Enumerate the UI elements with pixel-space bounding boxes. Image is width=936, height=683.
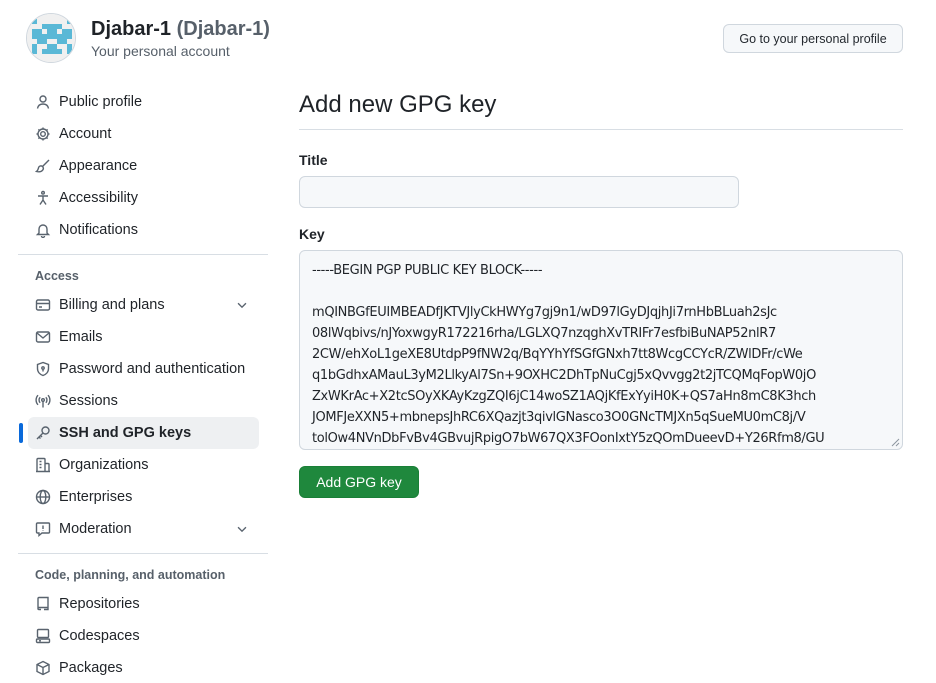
chevron-down-icon[interactable] xyxy=(235,298,249,312)
page-title: Add new GPG key xyxy=(299,86,903,130)
sidebar-item-public-profile[interactable]: Public profile xyxy=(28,86,259,118)
sidebar-item-label: Account xyxy=(59,126,112,142)
account-login: (Djabar-1) xyxy=(176,18,270,40)
report-icon xyxy=(35,521,51,537)
mail-icon xyxy=(35,329,51,345)
key-text-line: 2CW/ehXoL1geXE8UtdpP9fNW2q/BqYYhYfSGfGNx… xyxy=(312,347,803,362)
sidebar-item-label: Codespaces xyxy=(59,628,140,644)
title-label: Title xyxy=(299,152,328,168)
sidebar-item-label: Notifications xyxy=(59,222,138,238)
sidebar-item-notifications[interactable]: Notifications xyxy=(28,214,259,246)
sidebar-item-packages[interactable]: Packages xyxy=(28,652,259,683)
repo-icon xyxy=(35,596,51,612)
sidebar-divider xyxy=(18,553,268,554)
sidebar-item-organizations[interactable]: Organizations xyxy=(28,449,259,481)
sidebar-section-code: Code, planning, and automation xyxy=(35,568,226,582)
sidebar-item-repositories[interactable]: Repositories xyxy=(28,588,259,620)
key-textarea[interactable]: -----BEGIN PGP PUBLIC KEY BLOCK----- mQI… xyxy=(299,250,903,450)
sidebar-divider xyxy=(18,254,268,255)
sidebar-item-label: Organizations xyxy=(59,457,149,473)
key-text-line xyxy=(312,281,890,302)
sidebar-item-password-authentication[interactable]: Password and authentication xyxy=(28,353,259,385)
key-text-line: JOMFJeXXN5+mbnepsJhRC6XQazjt3qivlGNasco3… xyxy=(312,410,806,425)
key-label: Key xyxy=(299,226,325,242)
sidebar-item-codespaces[interactable]: Codespaces xyxy=(28,620,259,652)
sidebar-item-account[interactable]: Account xyxy=(28,118,259,150)
package-icon xyxy=(35,660,51,676)
account-display-name[interactable]: Djabar-1 xyxy=(91,18,171,40)
add-gpg-key-form: Add new GPG key Title Key -----BEGIN PGP… xyxy=(299,86,903,498)
sidebar-item-label: Public profile xyxy=(59,94,143,110)
sidebar-item-label: Emails xyxy=(59,329,103,345)
go-to-profile-button[interactable]: Go to your personal profile xyxy=(723,24,903,53)
resize-handle-icon[interactable] xyxy=(890,437,900,447)
active-indicator xyxy=(19,423,23,443)
shield-lock-icon xyxy=(35,361,51,377)
organization-icon xyxy=(35,457,51,473)
key-text-line: q1bGdhxAMauL3yM2LlkyAl7Sn+9OXHC2DhTpNuCg… xyxy=(312,368,816,383)
paintbrush-icon xyxy=(35,158,51,174)
sidebar-item-label: Appearance xyxy=(59,158,138,174)
sidebar-section-access: Access xyxy=(35,269,79,283)
key-text-line: 08lWqbivs/nJYoxwgyR172216rha/LGLXQ7nzqgh… xyxy=(312,326,776,341)
globe-icon xyxy=(35,489,51,505)
sidebar-item-moderation[interactable]: Moderation xyxy=(28,513,259,545)
accessibility-icon xyxy=(35,190,51,206)
key-icon xyxy=(35,425,51,441)
settings-sidebar: Public profile Account Appearance Access… xyxy=(0,86,280,683)
sidebar-item-label: Sessions xyxy=(59,393,118,409)
key-text-line: ZxWKrAc+X2tcSOyXKAyKzgZQI6jC14woSZ1AQjKf… xyxy=(312,389,816,404)
sidebar-item-ssh-gpg-keys[interactable]: SSH and GPG keys xyxy=(19,417,259,449)
sidebar-item-label: Packages xyxy=(59,660,123,676)
sidebar-item-enterprises[interactable]: Enterprises xyxy=(28,481,259,513)
account-subtitle: Your personal account xyxy=(91,43,230,59)
codespaces-icon xyxy=(35,628,51,644)
account-name: Djabar-1 (Djabar-1) xyxy=(91,16,270,42)
sidebar-item-appearance[interactable]: Appearance xyxy=(28,150,259,182)
sidebar-item-label: Billing and plans xyxy=(59,297,165,313)
sidebar-item-label: Repositories xyxy=(59,596,140,612)
sidebar-item-label: Accessibility xyxy=(59,190,138,206)
key-text-line: mQINBGfEUIMBEADfJKTVJlyCkHWYg7gj9n1/wD97… xyxy=(312,305,777,320)
sidebar-item-label: Enterprises xyxy=(59,489,133,505)
key-text-line: -----BEGIN PGP PUBLIC KEY BLOCK----- xyxy=(312,263,543,278)
gear-icon xyxy=(35,126,51,142)
sidebar-item-label: Password and authentication xyxy=(59,361,246,377)
avatar[interactable] xyxy=(26,13,76,63)
sidebar-item-sessions[interactable]: Sessions xyxy=(28,385,259,417)
sidebar-item-label: Moderation xyxy=(59,521,132,537)
key-text-line: tolOw4NVnDbFvBv4GBvujRpigO7bW67QX3FOonIx… xyxy=(312,431,825,446)
title-input[interactable] xyxy=(299,176,739,208)
sidebar-item-label: SSH and GPG keys xyxy=(59,425,192,441)
bell-icon xyxy=(35,222,51,238)
sidebar-item-billing[interactable]: Billing and plans xyxy=(28,289,259,321)
chevron-down-icon[interactable] xyxy=(235,522,249,536)
person-icon xyxy=(35,94,51,110)
credit-card-icon xyxy=(35,297,51,313)
broadcast-icon xyxy=(35,393,51,409)
add-gpg-key-button[interactable]: Add GPG key xyxy=(299,466,419,498)
sidebar-item-emails[interactable]: Emails xyxy=(28,321,259,353)
sidebar-item-accessibility[interactable]: Accessibility xyxy=(28,182,259,214)
account-header: Djabar-1 (Djabar-1) Your personal accoun… xyxy=(26,13,270,63)
